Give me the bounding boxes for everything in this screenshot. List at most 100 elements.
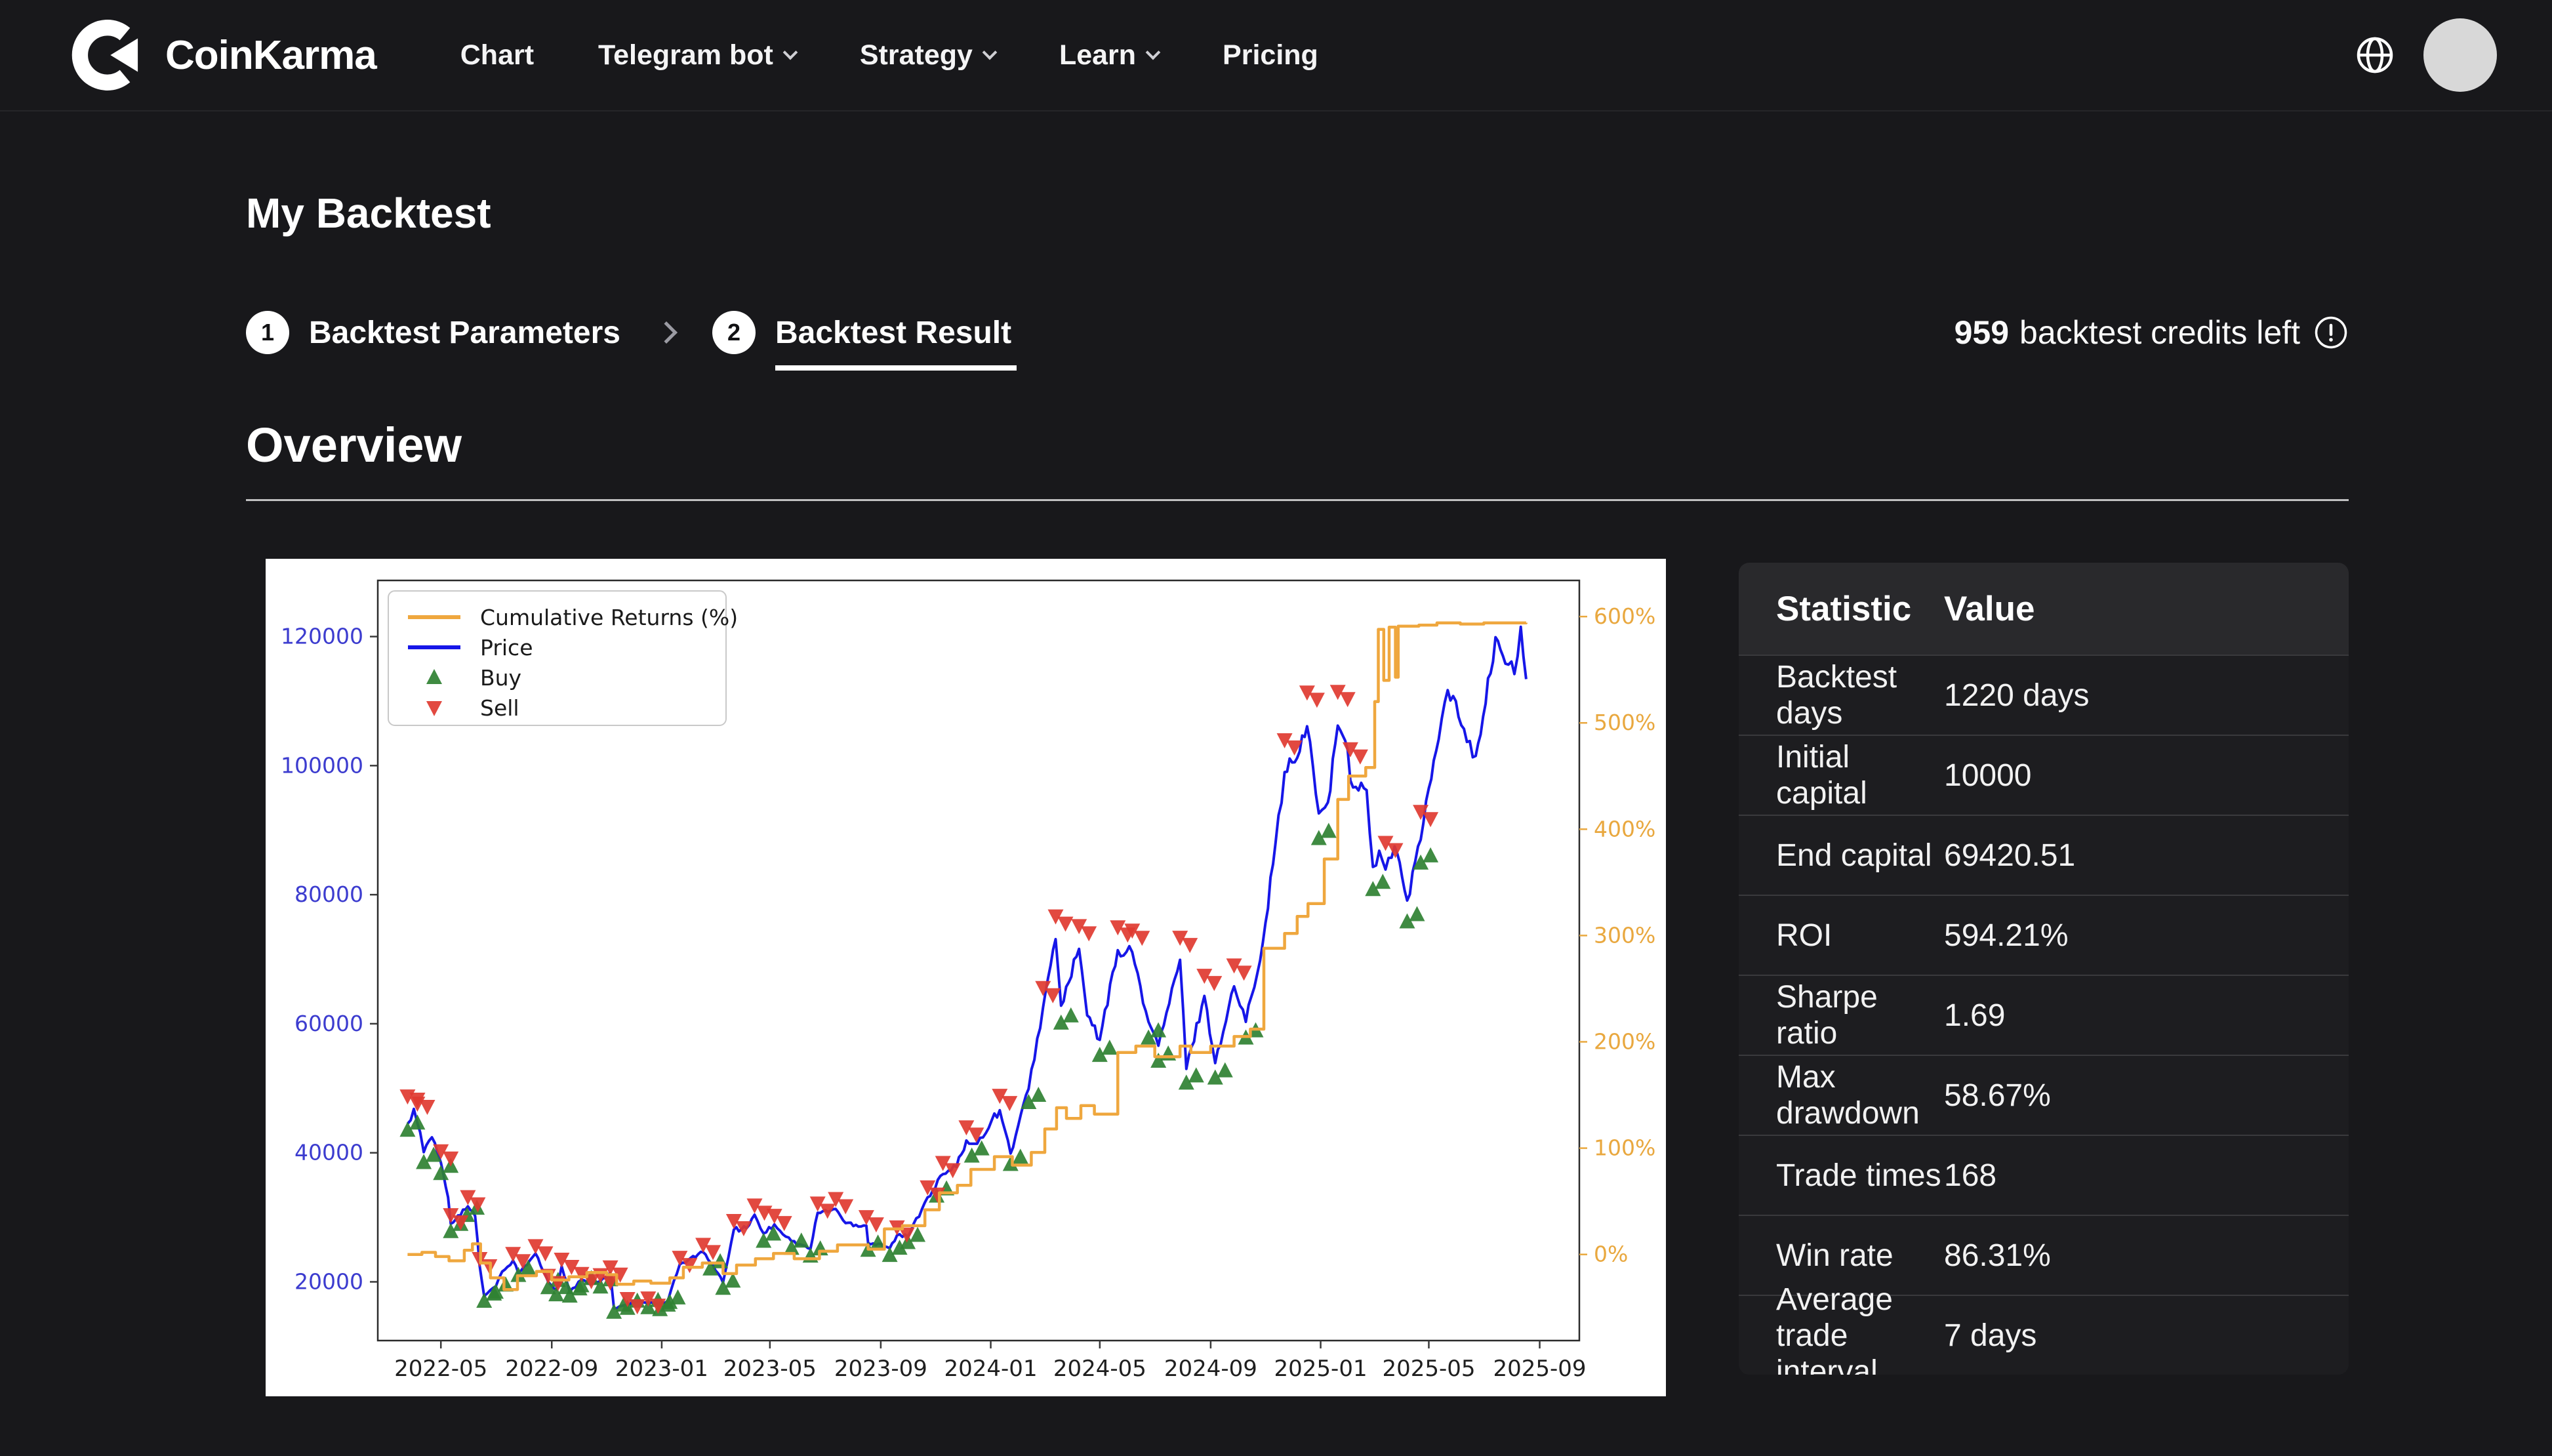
step-1-circle: 1	[246, 311, 289, 354]
nav-item-label: Learn	[1059, 39, 1136, 71]
svg-text:2023-09: 2023-09	[834, 1356, 927, 1382]
chevron-down-icon	[1146, 45, 1161, 60]
step-backtest-result[interactable]: 2 Backtest Result	[712, 311, 1011, 354]
table-row: Initial capital10000	[1739, 735, 2349, 815]
chevron-right-icon	[655, 321, 678, 344]
svg-text:300%: 300%	[1594, 922, 1655, 948]
stat-label: Trade times	[1739, 1158, 1944, 1194]
stat-value: 594.21%	[1944, 918, 2069, 954]
svg-text:40000: 40000	[294, 1140, 363, 1165]
step-2-circle: 2	[712, 311, 756, 354]
svg-text:2025-05: 2025-05	[1382, 1356, 1475, 1382]
section-title-overview: Overview	[246, 417, 2349, 473]
coinkarma-logo-icon	[71, 17, 147, 93]
svg-text:Buy: Buy	[480, 665, 521, 691]
step-1-label: Backtest Parameters	[309, 315, 620, 351]
nav-menu: Chart Telegram bot Strategy Learn Pricing	[460, 39, 1318, 71]
info-icon[interactable]	[2313, 315, 2349, 350]
stat-value: 7 days	[1944, 1318, 2036, 1354]
nav-item-label: Pricing	[1223, 39, 1318, 71]
nav-item-label: Telegram bot	[598, 39, 773, 71]
step-2-label: Backtest Result	[775, 315, 1011, 351]
table-row: End capital69420.51	[1739, 815, 2349, 895]
stat-label: Initial capital	[1739, 739, 1944, 811]
svg-text:2023-05: 2023-05	[723, 1356, 817, 1382]
stat-label: ROI	[1739, 918, 1944, 954]
stat-label: Win rate	[1739, 1238, 1944, 1274]
brand[interactable]: CoinKarma	[71, 17, 376, 93]
backtest-chart-card: 20000 40000 60000 80000 100000 120000 0% 100% 20…	[266, 559, 1666, 1396]
svg-text:400%: 400%	[1594, 816, 1655, 841]
backtest-chart: 20000 40000 60000 80000 100000 120000 0% 100% 20…	[266, 559, 1666, 1396]
credits-label: backtest credits left	[2019, 313, 2300, 352]
brand-name: CoinKarma	[165, 32, 376, 79]
stepper: 1 Backtest Parameters 2 Backtest Result	[246, 311, 1011, 354]
svg-text:2024-01: 2024-01	[944, 1356, 1038, 1382]
credits-count: 959	[1955, 313, 2009, 352]
svg-text:2022-05: 2022-05	[394, 1356, 487, 1382]
svg-text:20000: 20000	[294, 1268, 363, 1294]
svg-text:600%: 600%	[1594, 603, 1655, 629]
svg-text:100000: 100000	[281, 752, 363, 778]
svg-text:200%: 200%	[1594, 1029, 1655, 1055]
page-root: { "nav": { "brand": "CoinKarma", "items"…	[0, 0, 2552, 1456]
svg-text:Sell: Sell	[480, 695, 519, 721]
svg-text:2025-01: 2025-01	[1274, 1356, 1367, 1382]
globe-icon[interactable]	[2355, 35, 2395, 75]
svg-text:2024-05: 2024-05	[1053, 1356, 1146, 1382]
stat-label: Backtest days	[1739, 659, 1944, 731]
stat-value: 168	[1944, 1158, 1996, 1194]
nav-item-telegram-bot[interactable]: Telegram bot	[598, 39, 796, 71]
chevron-down-icon	[982, 45, 998, 60]
stat-value: 1.69	[1944, 998, 2005, 1034]
svg-text:120000: 120000	[281, 624, 363, 649]
stats-table: Statistic Value Backtest days1220 daysIn…	[1739, 563, 2349, 1375]
stat-value: 1220 days	[1944, 677, 2090, 714]
stat-value: 69420.51	[1944, 838, 2075, 874]
table-row: Max drawdown58.67%	[1739, 1055, 2349, 1135]
table-row: Average trade interval7 days	[1739, 1295, 2349, 1375]
svg-text:2023-01: 2023-01	[615, 1356, 708, 1382]
stat-value: 86.31%	[1944, 1238, 2051, 1274]
table-row: Sharpe ratio1.69	[1739, 975, 2349, 1055]
step-backtest-parameters[interactable]: 1 Backtest Parameters	[246, 311, 620, 354]
nav-item-learn[interactable]: Learn	[1059, 39, 1158, 71]
column-header-statistic: Statistic	[1739, 589, 1944, 629]
svg-text:2022-09: 2022-09	[505, 1356, 598, 1382]
table-row: ROI594.21%	[1739, 895, 2349, 975]
svg-text:2025-09: 2025-09	[1493, 1356, 1586, 1382]
svg-text:500%: 500%	[1594, 710, 1655, 735]
svg-text:100%: 100%	[1594, 1135, 1655, 1161]
stat-label: Max drawdown	[1739, 1059, 1944, 1131]
nav-item-pricing[interactable]: Pricing	[1223, 39, 1318, 71]
nav-item-label: Chart	[460, 39, 534, 71]
table-row: Trade times168	[1739, 1135, 2349, 1215]
nav-item-chart[interactable]: Chart	[460, 39, 534, 71]
stat-label: Average trade interval	[1739, 1282, 1944, 1375]
table-row: Backtest days1220 days	[1739, 655, 2349, 735]
chevron-down-icon	[783, 45, 798, 60]
stat-value: 58.67%	[1944, 1078, 2051, 1114]
stat-label: Sharpe ratio	[1739, 979, 1944, 1051]
nav-item-label: Strategy	[860, 39, 973, 71]
nav-right	[2355, 18, 2497, 92]
main-content: My Backtest 1 Backtest Parameters 2 Back…	[0, 189, 2552, 1396]
svg-text:2024-09: 2024-09	[1164, 1356, 1257, 1382]
svg-text:80000: 80000	[294, 881, 363, 907]
nav-bar: CoinKarma Chart Telegram bot Strategy Learn…	[0, 0, 2552, 111]
stat-value: 10000	[1944, 758, 2031, 794]
svg-text:Cumulative Returns (%): Cumulative Returns (%)	[480, 605, 738, 630]
stats-table-body: Backtest days1220 daysInitial capital100…	[1739, 655, 2349, 1375]
nav-item-strategy[interactable]: Strategy	[860, 39, 995, 71]
credits-left: 959 backtest credits left	[1955, 313, 2349, 352]
stat-label: End capital	[1739, 838, 1944, 874]
overview-content: 20000 40000 60000 80000 100000 120000 0% 100% 20…	[246, 559, 2349, 1396]
page-title: My Backtest	[246, 189, 2349, 237]
svg-text:60000: 60000	[294, 1011, 363, 1036]
stats-table-header: Statistic Value	[1739, 563, 2349, 655]
column-header-value: Value	[1944, 589, 2035, 629]
svg-text:0%: 0%	[1594, 1242, 1628, 1267]
section-divider	[246, 499, 2349, 501]
avatar[interactable]	[2423, 18, 2497, 92]
svg-text:Price: Price	[480, 635, 533, 660]
